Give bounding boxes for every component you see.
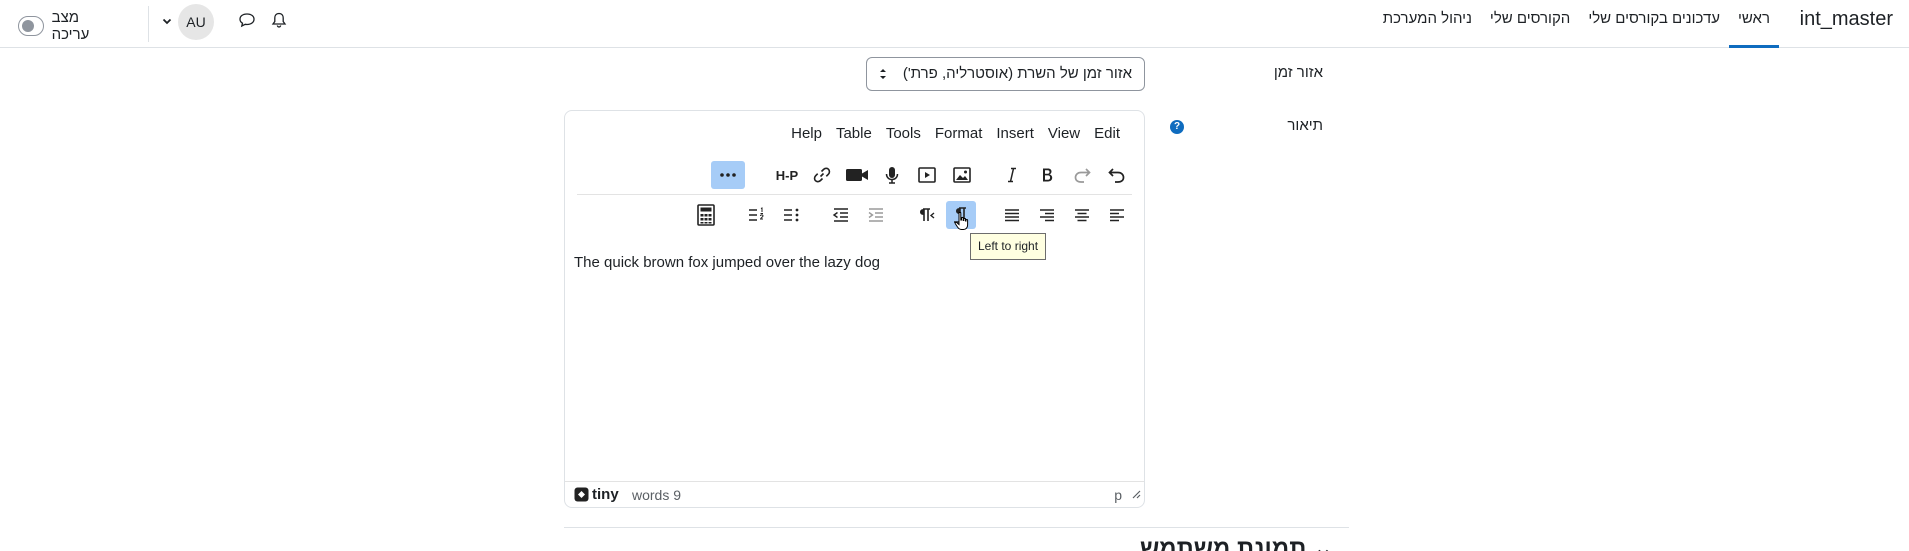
description-label: תיאור xyxy=(1287,117,1323,134)
timezone-label: אזור זמן xyxy=(1273,64,1323,81)
nav-item-home[interactable]: ראשי xyxy=(1729,0,1779,48)
indent-icon[interactable] xyxy=(861,201,891,229)
navbar-divider xyxy=(148,6,149,42)
align-right-icon[interactable] xyxy=(1032,201,1062,229)
menu-tools[interactable]: Tools xyxy=(880,125,927,142)
tooltip: Left to right xyxy=(970,233,1047,260)
bold-button[interactable] xyxy=(1032,161,1062,189)
timezone-value: אזור זמן של השרת (אוסטרליה, פרת') xyxy=(902,65,1132,82)
section-divider xyxy=(564,527,1349,528)
edit-mode-toggle[interactable]: מצב עריכה xyxy=(18,9,100,43)
media-button[interactable] xyxy=(912,161,942,189)
help-icon[interactable]: ? xyxy=(1170,120,1184,134)
chevron-down-icon: ⌄ xyxy=(1306,535,1334,551)
link-icon[interactable] xyxy=(807,161,837,189)
microphone-icon[interactable] xyxy=(877,161,907,189)
rtl-direction-icon[interactable] xyxy=(911,201,941,229)
tiny-icon xyxy=(574,487,589,502)
primary-navigation: ראשי עדכונים בקורסים שלי הקורסים שלי ניה… xyxy=(1374,0,1779,48)
section-title: תמונת משתמש xyxy=(1140,535,1307,551)
menu-table[interactable]: Table xyxy=(830,125,878,142)
tiny-brand: tiny xyxy=(592,486,619,503)
menu-insert[interactable]: Insert xyxy=(990,125,1040,142)
element-path[interactable]: p xyxy=(1114,487,1122,503)
image-button[interactable] xyxy=(947,161,977,189)
section-heading[interactable]: ⌄ תמונת משתמש xyxy=(1140,534,1333,551)
toolbar-divider xyxy=(577,194,1132,195)
chat-icon[interactable] xyxy=(236,9,258,31)
italic-button[interactable] xyxy=(997,161,1027,189)
tiny-logo[interactable]: tiny xyxy=(574,486,619,503)
editor-statusbar: tiny words 9 p xyxy=(565,481,1144,507)
numbered-list-icon[interactable] xyxy=(741,201,771,229)
menu-view[interactable]: View xyxy=(1042,125,1086,142)
align-justify-icon[interactable] xyxy=(997,201,1027,229)
edit-mode-switch[interactable] xyxy=(18,16,44,36)
menu-edit[interactable]: Edit xyxy=(1088,125,1126,142)
outdent-icon[interactable] xyxy=(826,201,856,229)
nav-item-my-courses[interactable]: הקורסים שלי xyxy=(1481,0,1579,48)
chevron-down-icon[interactable] xyxy=(162,16,172,29)
editor-menubar: Edit View Insert Format Tools Table Help xyxy=(785,125,1126,142)
bullet-list-icon[interactable] xyxy=(776,201,806,229)
calculator-icon[interactable] xyxy=(691,201,721,229)
site-brand[interactable]: int_master xyxy=(1800,8,1893,31)
rich-text-editor: Edit View Insert Format Tools Table Help… xyxy=(564,110,1145,508)
align-center-icon[interactable] xyxy=(1067,201,1097,229)
resize-handle-icon[interactable] xyxy=(1131,486,1141,504)
align-left-icon[interactable] xyxy=(1102,201,1132,229)
undo-button[interactable] xyxy=(1102,161,1132,189)
menu-format[interactable]: Format xyxy=(929,125,989,142)
h5p-button[interactable]: H-P xyxy=(772,161,802,189)
hand-cursor-icon xyxy=(954,211,970,236)
bell-icon[interactable] xyxy=(268,9,290,31)
user-menu[interactable]: AU xyxy=(162,4,214,40)
more-options-icon[interactable] xyxy=(711,161,745,189)
editor-content[interactable]: The quick brown fox jumped over the lazy… xyxy=(574,254,880,271)
timezone-select[interactable]: אזור זמן של השרת (אוסטרליה, פרת') xyxy=(866,57,1145,91)
video-camera-icon[interactable] xyxy=(842,161,872,189)
select-arrows-icon xyxy=(879,58,887,104)
word-count[interactable]: words 9 xyxy=(632,487,681,503)
avatar[interactable]: AU xyxy=(178,4,214,40)
edit-mode-label: מצב עריכה xyxy=(51,9,90,43)
nav-item-site-admin[interactable]: ניהול המערכת xyxy=(1374,0,1481,48)
menu-help[interactable]: Help xyxy=(785,125,828,142)
redo-button[interactable] xyxy=(1067,161,1097,189)
nav-item-dashboard[interactable]: עדכונים בקורסים שלי xyxy=(1579,0,1729,48)
top-navbar: int_master ראשי עדכונים בקורסים שלי הקור… xyxy=(0,0,1909,48)
